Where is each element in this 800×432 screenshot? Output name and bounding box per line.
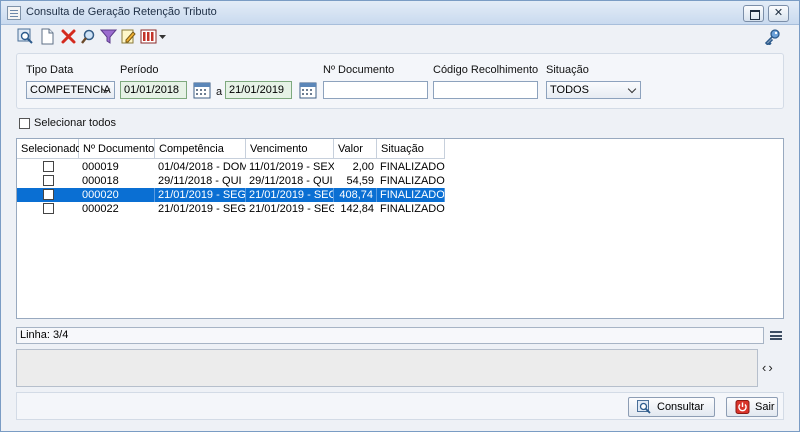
cell-vencimento: 29/11/2018 - QUI (249, 175, 333, 187)
periodo-to-input[interactable]: 21/01/2019 (225, 81, 292, 99)
chevron-down-icon (627, 84, 637, 94)
column-header-valor[interactable]: Valor (334, 139, 377, 159)
results-table: Selecionado Nº Documento Competência Ven… (16, 138, 784, 319)
cell-situacao: FINALIZADO (380, 161, 445, 173)
tipo-data-select[interactable]: COMPETENCIA (26, 81, 115, 99)
delete-icon[interactable] (60, 28, 77, 45)
status-line: Linha: 3/4 (16, 327, 764, 344)
cell-documento: 000022 (82, 203, 119, 215)
periodo-from-input[interactable]: 01/01/2018 (120, 81, 187, 99)
cell-competencia: 29/11/2018 - QUI (158, 175, 242, 187)
cell-competencia: 21/01/2019 - SEG (158, 203, 246, 215)
cell-vencimento: 21/01/2019 - SEG (249, 203, 334, 215)
dropdown-arrow-icon[interactable] (158, 28, 167, 45)
key-icon[interactable] (764, 28, 781, 46)
select-all-checkbox[interactable] (19, 118, 30, 129)
message-area (16, 349, 758, 387)
bottom-bar: Consultar Sair (16, 392, 784, 420)
calendar-from-icon[interactable] (193, 81, 211, 99)
cell-vencimento: 11/01/2019 - SEX (249, 161, 334, 173)
cell-competencia: 01/04/2018 - DOM (158, 161, 246, 173)
cell-valor: 408,74 (334, 188, 377, 202)
column-header-selecionado[interactable]: Selecionado (17, 139, 82, 159)
consultar-icon (637, 400, 652, 414)
tipo-data-value: COMPETENCIA (30, 84, 111, 96)
situacao-value: TODOS (550, 84, 589, 96)
table-row[interactable]: 000019 01/04/2018 - DOM 11/01/2019 - SEX… (17, 160, 445, 174)
documento-input[interactable] (323, 81, 428, 99)
periodo-separator: a (216, 86, 223, 98)
cell-situacao: FINALIZADO (380, 175, 445, 187)
power-icon (735, 400, 750, 414)
filter-panel: Tipo Data COMPETENCIA Período 01/01/2018… (16, 53, 784, 109)
cell-documento: 000019 (82, 161, 119, 173)
cell-situacao: FINALIZADO (377, 188, 445, 202)
consultar-button[interactable]: Consultar (628, 397, 715, 417)
tipo-data-label: Tipo Data (26, 64, 74, 76)
codigo-recolhimento-label: Código Recolhimento (433, 64, 539, 76)
cell-documento: 000020 (79, 188, 155, 202)
search-icon[interactable] (17, 28, 34, 45)
cell-valor: 2,00 (352, 161, 374, 173)
column-header-competencia[interactable]: Competência (155, 139, 246, 159)
column-header-situacao[interactable]: Situação (377, 139, 445, 159)
situacao-label: Situação (546, 64, 589, 76)
column-header-vencimento[interactable]: Vencimento (246, 139, 334, 159)
table-row[interactable]: 000018 29/11/2018 - QUI 29/11/2018 - QUI… (17, 174, 445, 188)
main-window: Consulta de Geração Retenção Tributo ✕ T… (0, 0, 800, 432)
menu-icon[interactable] (770, 331, 782, 340)
sair-button[interactable]: Sair (726, 397, 778, 417)
calendar-to-icon[interactable] (299, 81, 317, 99)
documento-label: Nº Documento (323, 64, 395, 76)
table-row-selected[interactable]: 000020 21/01/2019 - SEG 21/01/2019 - SEG… (17, 188, 445, 202)
next-arrow-icon[interactable]: › (768, 360, 774, 375)
consultar-label: Consultar (657, 401, 705, 413)
cell-valor: 142,84 (340, 203, 374, 215)
new-document-icon[interactable] (39, 28, 56, 45)
situacao-select[interactable]: TODOS (546, 81, 641, 99)
window-title: Consulta de Geração Retenção Tributo (26, 6, 217, 18)
find-icon[interactable] (80, 28, 97, 45)
periodo-from-value: 01/01/2018 (124, 84, 180, 96)
cell-valor: 54,59 (346, 175, 374, 187)
row-checkbox[interactable] (43, 175, 54, 186)
column-header-documento[interactable]: Nº Documento (79, 139, 155, 159)
cell-situacao: FINALIZADO (380, 203, 445, 215)
sair-label: Sair (755, 401, 775, 413)
periodo-label: Período (120, 64, 159, 76)
cell-vencimento: 21/01/2019 - SEG (246, 188, 334, 202)
codigo-recolhimento-input[interactable] (433, 81, 538, 99)
title-bar: Consulta de Geração Retenção Tributo ✕ (1, 1, 799, 25)
table-header: Selecionado Nº Documento Competência Ven… (17, 139, 447, 159)
row-checkbox[interactable] (43, 161, 54, 172)
restore-button[interactable] (743, 5, 764, 22)
filter-icon[interactable] (99, 28, 118, 45)
table-row[interactable]: 000022 21/01/2019 - SEG 21/01/2019 - SEG… (17, 202, 445, 216)
periodo-to-value: 21/01/2019 (229, 84, 285, 96)
columns-icon[interactable] (140, 28, 157, 45)
row-checkbox[interactable] (43, 203, 54, 214)
cell-competencia: 21/01/2019 - SEG (155, 188, 246, 202)
edit-icon[interactable] (120, 28, 137, 45)
row-checkbox[interactable] (43, 189, 54, 200)
app-icon (7, 6, 21, 20)
toolbar (1, 25, 799, 47)
close-button[interactable]: ✕ (768, 5, 789, 22)
cell-documento: 000018 (82, 175, 119, 187)
nav-arrows: ‹› (762, 360, 775, 375)
select-all-label: Selecionar todos (34, 117, 116, 129)
